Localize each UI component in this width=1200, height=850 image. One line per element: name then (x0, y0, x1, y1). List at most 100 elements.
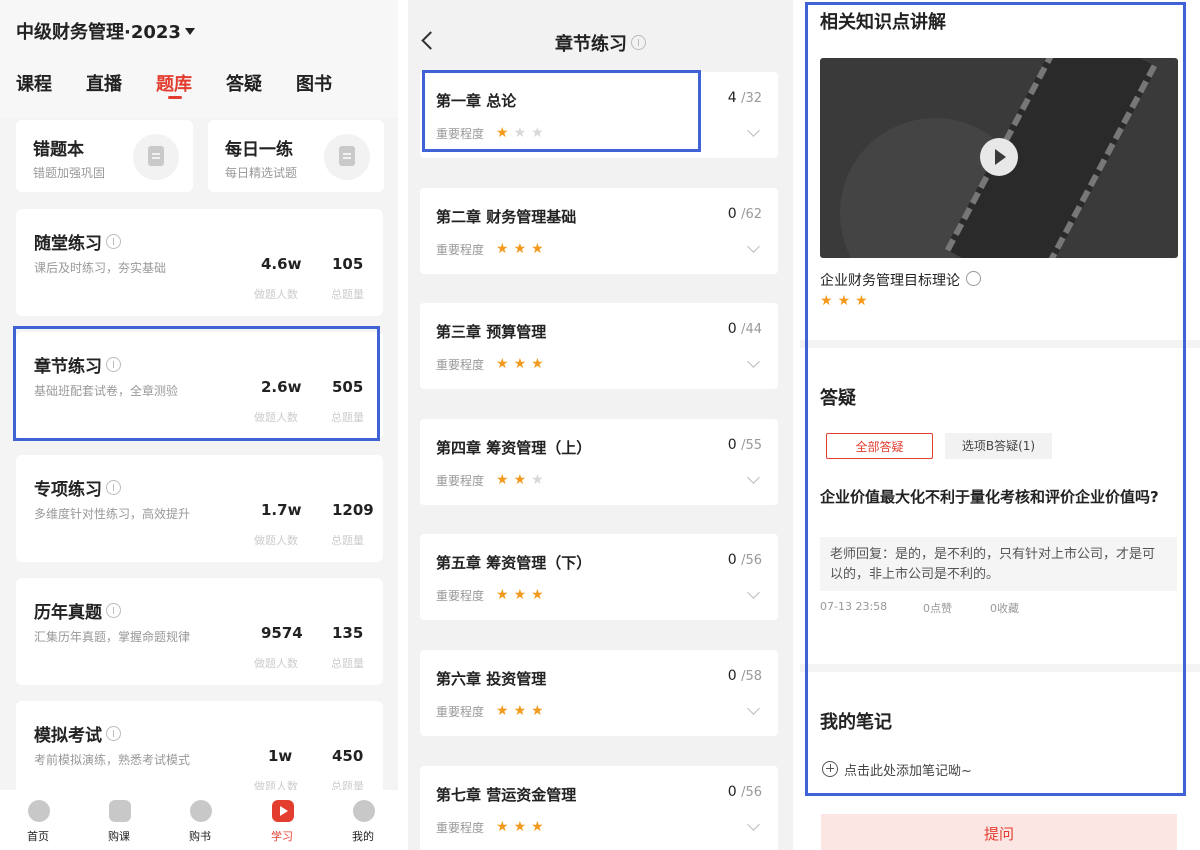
chevron-down-icon[interactable] (747, 586, 760, 599)
info-icon[interactable] (106, 357, 121, 372)
total-count: 505 (332, 378, 364, 396)
course-selector[interactable]: 中级财务管理·2023 (16, 18, 195, 44)
importance-label: 重要程度 (436, 589, 485, 603)
importance-stars: ★ ★ ★ (496, 700, 549, 719)
knowledge-qa-panel: 相关知识点讲解 企业财务管理目标理论 ★ ★ ★ 答疑 全部答疑 选项B答疑(1) … (800, 0, 1200, 850)
total-label: 总题量 (331, 288, 364, 301)
like-count[interactable]: 0点赞 (923, 600, 952, 616)
chevron-down-icon[interactable] (747, 471, 760, 484)
info-icon[interactable] (106, 234, 121, 249)
chapter-progress: 0 /44 (728, 321, 762, 337)
star-filled-icon: ★ (496, 703, 509, 719)
plus-icon (822, 761, 838, 777)
knowledge-name-row[interactable]: 企业财务管理目标理论 (820, 270, 981, 290)
star-filled-icon: ★ (513, 587, 527, 603)
chapter-card[interactable]: 第六章 投资管理 重要程度 ★ ★ ★ 0 /58 (420, 650, 778, 736)
chapter-card[interactable]: 第一章 总论 重要程度 ★ ★ ★ 4 /32 (420, 72, 778, 158)
card-desc: 考前模拟演练，熟悉考试模式 (34, 753, 191, 767)
practice-card-past-exams[interactable]: 历年真题 汇集历年真题，掌握命题规律 9574 135 做题人数 总题量 (16, 578, 383, 685)
star-empty-icon: ★ (531, 125, 544, 141)
star-filled-icon: ★ (513, 819, 527, 835)
wrong-questions-card[interactable]: 错题本 错题加强巩固 (16, 120, 193, 192)
practice-card-chapter[interactable]: 章节练习 基础班配套试卷，全章测验 2.6w 505 做题人数 总题量 (16, 332, 383, 439)
play-icon[interactable] (980, 138, 1018, 176)
tab-live[interactable]: 直播 (86, 70, 122, 96)
done-count: 0 (727, 668, 737, 684)
ask-question-button[interactable]: 提问 (821, 814, 1177, 850)
card-title: 章节练习 (34, 357, 102, 377)
card-title-row: 随堂练习 (34, 229, 121, 254)
add-note-label: 点击此处添加笔记呦~ (844, 764, 972, 779)
total-label: 总题量 (331, 657, 364, 670)
info-icon[interactable] (106, 480, 121, 495)
nav-profile[interactable]: 我的 (333, 790, 393, 850)
star-filled-icon: ★ (496, 472, 509, 488)
total-count: 105 (332, 255, 364, 273)
chapter-progress: 4 /32 (728, 90, 762, 106)
chevron-down-icon[interactable] (747, 355, 760, 368)
info-icon[interactable] (631, 35, 646, 50)
chapter-card[interactable]: 第四章 筹资管理（上） 重要程度 ★ ★ ★ 0 /55 (420, 419, 778, 505)
nav-home[interactable]: 首页 (8, 790, 68, 850)
practice-card-special[interactable]: 专项练习 多维度针对性练习，高效提升 1.7w 1209 做题人数 总题量 (16, 455, 383, 562)
star-filled-icon: ★ (855, 293, 868, 309)
chevron-down-icon[interactable] (747, 240, 760, 253)
tab-option-b-qa[interactable]: 选项B答疑(1) (945, 433, 1052, 459)
done-count: 0 (727, 321, 737, 337)
star-filled-icon: ★ (837, 293, 851, 309)
card-subtitle: 错题加强巩固 (33, 166, 106, 180)
star-empty-icon: ★ (531, 472, 544, 488)
importance-stars: ★ ★ ★ (496, 584, 549, 603)
total-label: 总题量 (331, 534, 364, 547)
card-title: 模拟考试 (34, 726, 102, 746)
add-note-button[interactable]: 点击此处添加笔记呦~ (822, 760, 972, 779)
tab-course[interactable]: 课程 (16, 70, 52, 96)
chapter-title: 第七章 营运资金管理 (436, 786, 577, 804)
chapter-card[interactable]: 第三章 预算管理 重要程度 ★ ★ ★ 0 /44 (420, 303, 778, 389)
question-text[interactable]: 企业价值最大化不利于量化考核和评价企业价值吗? (820, 486, 1170, 508)
users-count: 1.7w (261, 501, 302, 519)
total-count: /56 (741, 785, 762, 800)
daily-practice-card[interactable]: 每日一练 每日精选试题 (208, 120, 384, 192)
chapter-card[interactable]: 第二章 财务管理基础 重要程度 ★ ★ ★ 0 /62 (420, 188, 778, 274)
done-count: 0 (727, 784, 737, 800)
tab-question-bank[interactable]: 题库 (156, 70, 192, 96)
chapter-card[interactable]: 第五章 筹资管理（下） 重要程度 ★ ★ ★ 0 /56 (420, 534, 778, 620)
chapter-card[interactable]: 第七章 营运资金管理 重要程度 ★ ★ ★ 0 /56 (420, 766, 778, 850)
chapter-progress: 0 /56 (728, 552, 762, 568)
star-filled-icon: ★ (513, 703, 527, 719)
chapter-progress: 0 /62 (728, 206, 762, 222)
favorite-count[interactable]: 0收藏 (990, 600, 1019, 616)
nav-buy-book[interactable]: 购书 (170, 790, 230, 850)
tab-all-qa[interactable]: 全部答疑 (826, 433, 933, 459)
card-title-row: 专项练习 (34, 475, 121, 500)
video-player[interactable] (820, 58, 1178, 258)
chapter-title: 第一章 总论 (436, 92, 517, 110)
star-filled-icon: ★ (513, 472, 527, 488)
course-title: 中级财务管理·2023 (16, 22, 181, 43)
info-icon[interactable] (106, 603, 121, 618)
importance-stars: ★ ★ ★ (496, 353, 549, 372)
chevron-down-icon[interactable] (747, 124, 760, 137)
nav-label: 学习 (271, 830, 293, 843)
chevron-down-icon[interactable] (747, 702, 760, 715)
tab-books[interactable]: 图书 (296, 70, 332, 96)
notebook-icon (133, 134, 179, 180)
chapter-progress: 0 /56 (728, 784, 762, 800)
nav-buy-course[interactable]: 购课 (89, 790, 149, 850)
done-count: 4 (727, 90, 737, 106)
card-title: 随堂练习 (34, 234, 102, 254)
info-icon[interactable] (106, 726, 121, 741)
card-title: 错题本 (33, 140, 84, 160)
chevron-down-icon[interactable] (747, 818, 760, 831)
practice-card-in-class[interactable]: 随堂练习 课后及时练习，夯实基础 4.6w 105 做题人数 总题量 (16, 209, 383, 316)
star-filled-icon: ★ (820, 293, 833, 309)
card-title-row: 章节练习 (34, 352, 121, 377)
divider (800, 340, 1200, 348)
knowledge-section-title: 相关知识点讲解 (820, 12, 946, 33)
importance-label: 重要程度 (436, 474, 485, 488)
total-count: /55 (741, 438, 762, 453)
knowledge-name: 企业财务管理目标理论 (820, 273, 960, 289)
nav-study[interactable]: 学习 (252, 790, 312, 850)
tab-qa[interactable]: 答疑 (226, 70, 262, 96)
